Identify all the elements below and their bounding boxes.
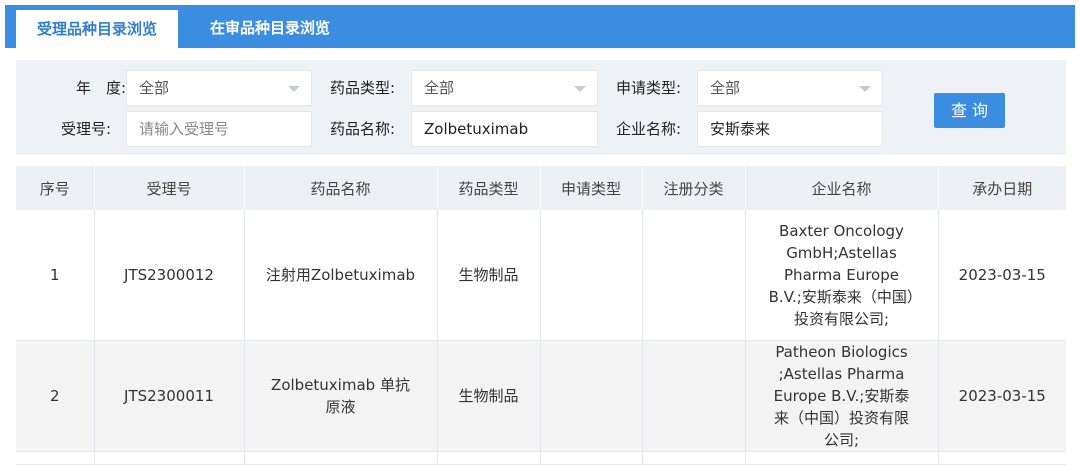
column-header-reg-class[interactable]: 注册分类 [642, 166, 746, 210]
apply-type-label: 申请类型: [615, 79, 681, 97]
cell-apply-type [540, 210, 643, 341]
column-header-apply-type[interactable]: 申请类型 [540, 166, 643, 210]
chevron-down-icon [288, 86, 300, 92]
table-row[interactable]: 2 JTS2300011 Zolbetuximab 单抗原液 生物制品 Path… [16, 340, 1066, 452]
cell-date: 2023-03-15 [938, 340, 1066, 452]
cell-company: Baxter Oncology GmbH;Astellas Pharma Eur… [745, 210, 939, 341]
cell-apply-type [540, 340, 643, 452]
year-select[interactable]: 全部 [126, 70, 312, 106]
accept-no-label: 受理号: [60, 120, 111, 138]
drug-name-label: 药品名称: [329, 120, 395, 138]
column-header-drug-type[interactable]: 药品类型 [437, 166, 541, 210]
apply-type-select-value: 全部 [710, 79, 741, 97]
drug-type-label: 药品类型: [329, 79, 395, 97]
apply-type-select[interactable]: 全部 [697, 70, 883, 106]
company-name-input[interactable]: 安斯泰来 [697, 111, 883, 147]
cell-drug-name[interactable]: 注射用Zolbetuximab [244, 210, 438, 341]
query-button[interactable]: 查 询 [934, 93, 1005, 128]
cell-drug-name[interactable]: Zolbetuximab 单抗原液 [244, 340, 438, 452]
drug-name-input[interactable]: Zolbetuximab [411, 111, 598, 147]
year-label: 年 度: [75, 79, 126, 97]
cell-accept-no[interactable]: JTS2300012 [94, 210, 245, 341]
column-header-company[interactable]: 企业名称 [745, 166, 939, 210]
cell-company: Patheon Biologics ;Astellas Pharma Europ… [745, 340, 939, 452]
drug-type-select-value: 全部 [424, 79, 455, 97]
cell-reg-class [642, 340, 746, 452]
company-name-label: 企业名称: [615, 120, 681, 138]
column-header-date[interactable]: 承办日期 [938, 166, 1066, 210]
cell-drug-type: 生物制品 [437, 340, 541, 452]
cell-accept-no[interactable]: JTS2300011 [94, 340, 245, 452]
drug-type-select[interactable]: 全部 [411, 70, 598, 106]
year-select-value: 全部 [139, 79, 170, 97]
table-row-partial [16, 451, 1066, 465]
tab-accepted-catalog[interactable]: 受理品种目录浏览 [16, 10, 179, 48]
tab-bar: 受理品种目录浏览 在审品种目录浏览 [5, 5, 1075, 48]
cell-no: 1 [16, 210, 95, 341]
column-header-no[interactable]: 序号 [16, 166, 95, 210]
accept-no-input[interactable]: 请输入受理号 [126, 111, 312, 147]
column-header-accept-no[interactable]: 受理号 [94, 166, 245, 210]
chevron-down-icon [859, 86, 871, 92]
cell-date: 2023-03-15 [938, 210, 1066, 341]
tab-under-review-catalog[interactable]: 在审品种目录浏览 [190, 8, 350, 48]
table-row[interactable]: 1 JTS2300012 注射用Zolbetuximab 生物制品 Baxter… [16, 210, 1066, 341]
table-header-row: 序号 受理号 药品名称 药品类型 申请类型 注册分类 企业名称 承办日期 [16, 166, 1066, 210]
cell-drug-type: 生物制品 [437, 210, 541, 341]
results-table: 序号 受理号 药品名称 药品类型 申请类型 注册分类 企业名称 承办日期 1 J… [16, 166, 1066, 465]
chevron-down-icon [574, 86, 586, 92]
column-header-drug-name[interactable]: 药品名称 [244, 166, 438, 210]
search-panel: 年 度: 全部 药品类型: 全部 申请类型: 全部 受理号: 请输入受理号 药品… [16, 60, 1066, 155]
cell-no: 2 [16, 340, 95, 452]
cell-reg-class [642, 210, 746, 341]
